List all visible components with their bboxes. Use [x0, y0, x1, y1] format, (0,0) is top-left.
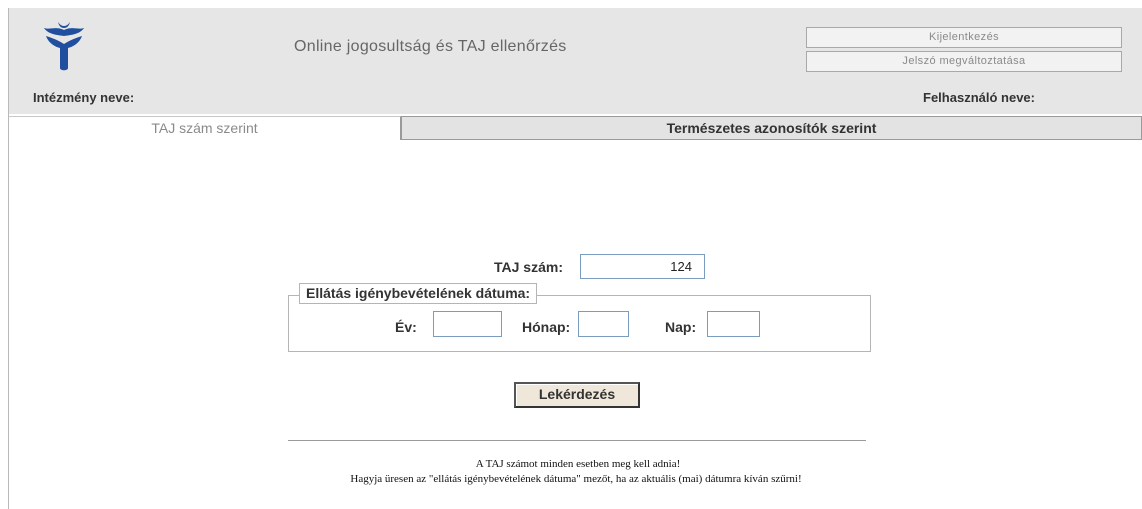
divider: [288, 440, 866, 441]
logout-button[interactable]: Kijelentkezés: [806, 27, 1122, 48]
day-label: Nap:: [665, 319, 697, 335]
page-header: Online jogosultság és TAJ ellenőrzés Kij…: [9, 8, 1142, 114]
tab-taj-number[interactable]: TAJ szám szerint: [9, 116, 401, 140]
page-frame: Online jogosultság és TAJ ellenőrzés Kij…: [8, 8, 1142, 509]
query-button[interactable]: Lekérdezés: [514, 382, 640, 408]
day-input[interactable]: [707, 311, 760, 337]
taj-number-label: TAJ szám:: [494, 259, 563, 275]
year-input[interactable]: [433, 311, 502, 337]
service-date-legend: Ellátás igénybevételének dátuma:: [299, 283, 538, 304]
taj-number-input[interactable]: [580, 254, 705, 279]
year-label: Év:: [395, 319, 417, 335]
date-empty-note: Hagyja üresen az "ellátás igénybevételén…: [350, 473, 802, 485]
month-input[interactable]: [578, 311, 629, 337]
month-label: Hónap:: [522, 319, 571, 335]
app-title: Online jogosultság és TAJ ellenőrzés: [294, 38, 567, 55]
institution-name-label: Intézmény neve:: [33, 90, 135, 105]
user-name-label: Felhasználó neve:: [923, 90, 1035, 105]
stylized-tree-logo-icon: [44, 22, 84, 71]
tab-natural-identifiers[interactable]: Természetes azonosítók szerint: [401, 116, 1142, 140]
taj-required-note: A TAJ számot minden esetben meg kell adn…: [475, 458, 681, 470]
change-password-button[interactable]: Jelszó megváltoztatása: [806, 51, 1122, 72]
